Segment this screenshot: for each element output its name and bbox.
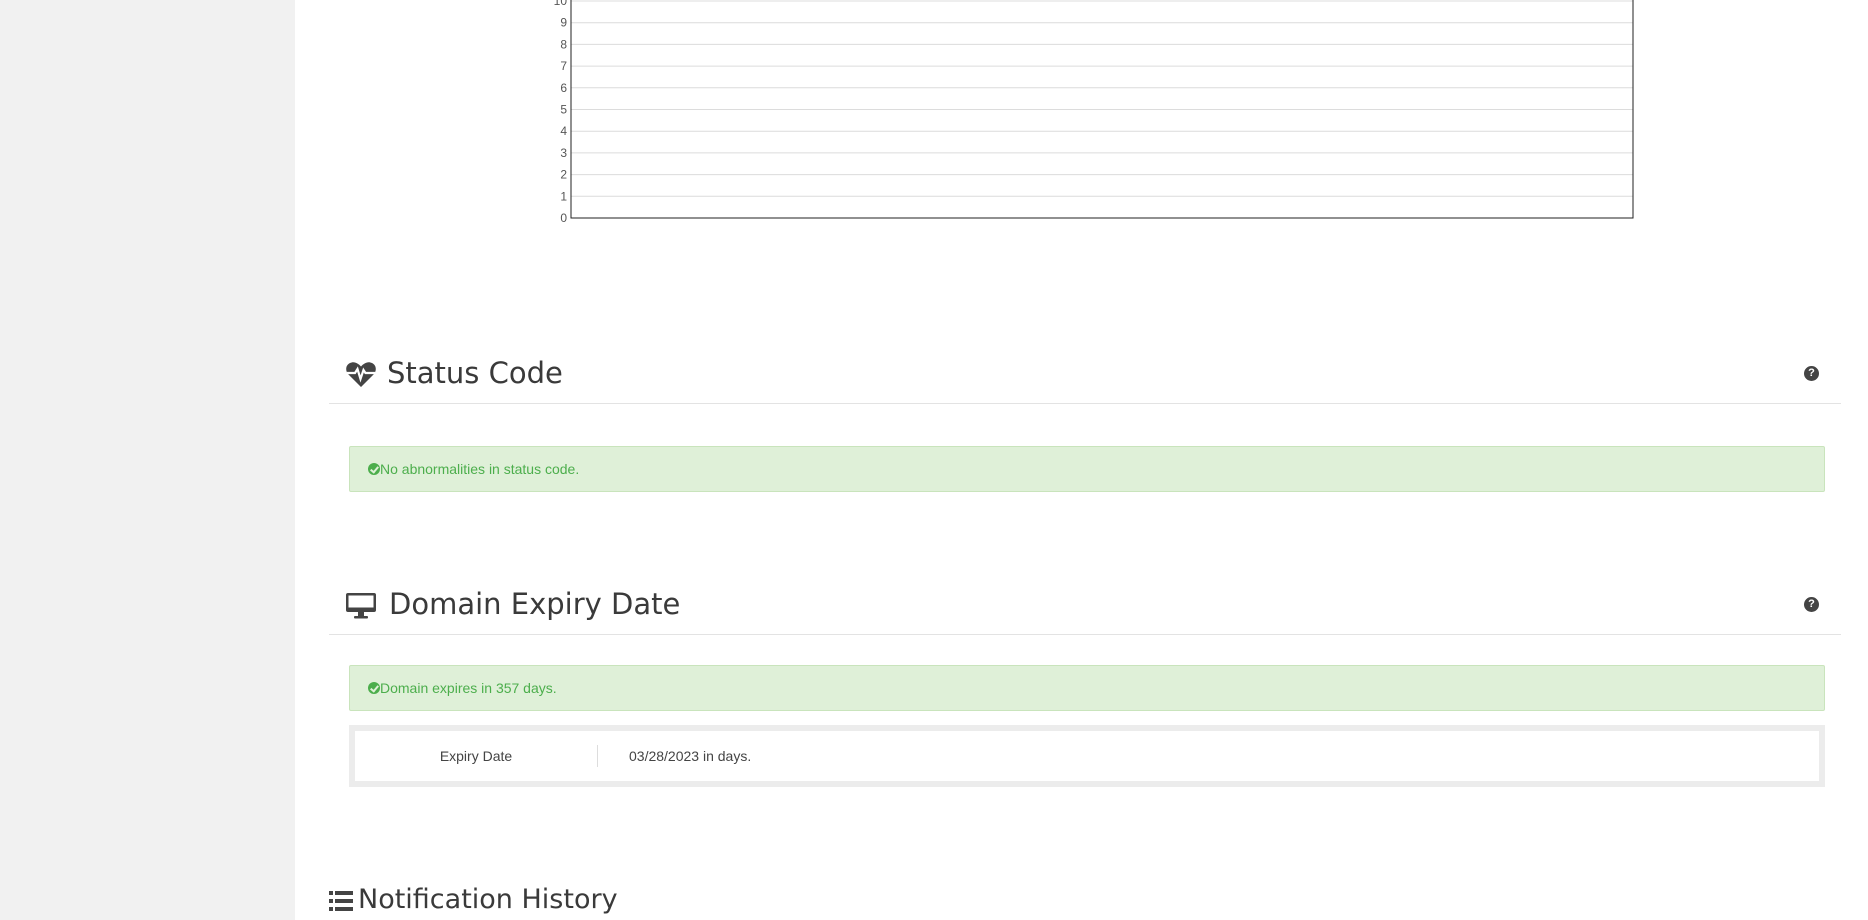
chart-y-tick-label: 4 [560,124,567,138]
status-code-alert: No abnormalities in status code. [349,446,1825,492]
chart-y-tick-label: 0 [560,211,567,225]
chart-y-tick-label: 7 [560,59,567,73]
main-content: 0 1 2 3 4 5 6 7 8 9 10 Status Code ? No abnormalit… [295,0,1868,920]
expiry-date-value: 03/28/2023 in days. [629,748,752,764]
domain-expiry-title: Domain Expiry Date [389,587,681,621]
notification-history-title: Notification History [358,884,618,915]
chart-y-tick-label: 6 [560,81,567,95]
chart-y-tick-label: 3 [560,146,567,160]
chart-y-tick-label: 2 [560,168,567,182]
expiry-date-table: Expiry Date 03/28/2023 in days. [349,725,1825,787]
expiry-date-label: Expiry Date [439,748,513,764]
heartbeat-icon [346,362,376,387]
status-code-title: Status Code [387,356,563,390]
chart-y-tick-label: 8 [560,37,567,51]
check-circle-icon [368,463,380,475]
domain-expiry-header: Domain Expiry Date ? [329,575,1841,635]
response-time-chart: 0 1 2 3 4 5 6 7 8 9 10 [295,0,1868,300]
status-code-alert-text: No abnormalities in status code. [380,461,580,477]
check-circle-icon [368,682,380,694]
status-code-header: Status Code ? [329,344,1841,404]
chart-y-tick-label: 10 [554,0,568,8]
chart-y-tick-label: 9 [560,16,567,30]
list-icon [329,891,353,911]
domain-expiry-alert: Domain expires in 357 days. [349,665,1825,711]
chart-y-tick-label: 5 [560,103,567,117]
chart-svg: 0 1 2 3 4 5 6 7 8 9 10 [554,0,1634,225]
desktop-icon [346,593,376,619]
help-icon[interactable]: ? [1804,597,1819,612]
table-divider [597,745,598,767]
chart-y-tick-label: 1 [560,189,567,203]
sidebar [0,0,295,920]
help-icon[interactable]: ? [1804,366,1819,381]
domain-expiry-alert-text: Domain expires in 357 days. [380,680,557,696]
